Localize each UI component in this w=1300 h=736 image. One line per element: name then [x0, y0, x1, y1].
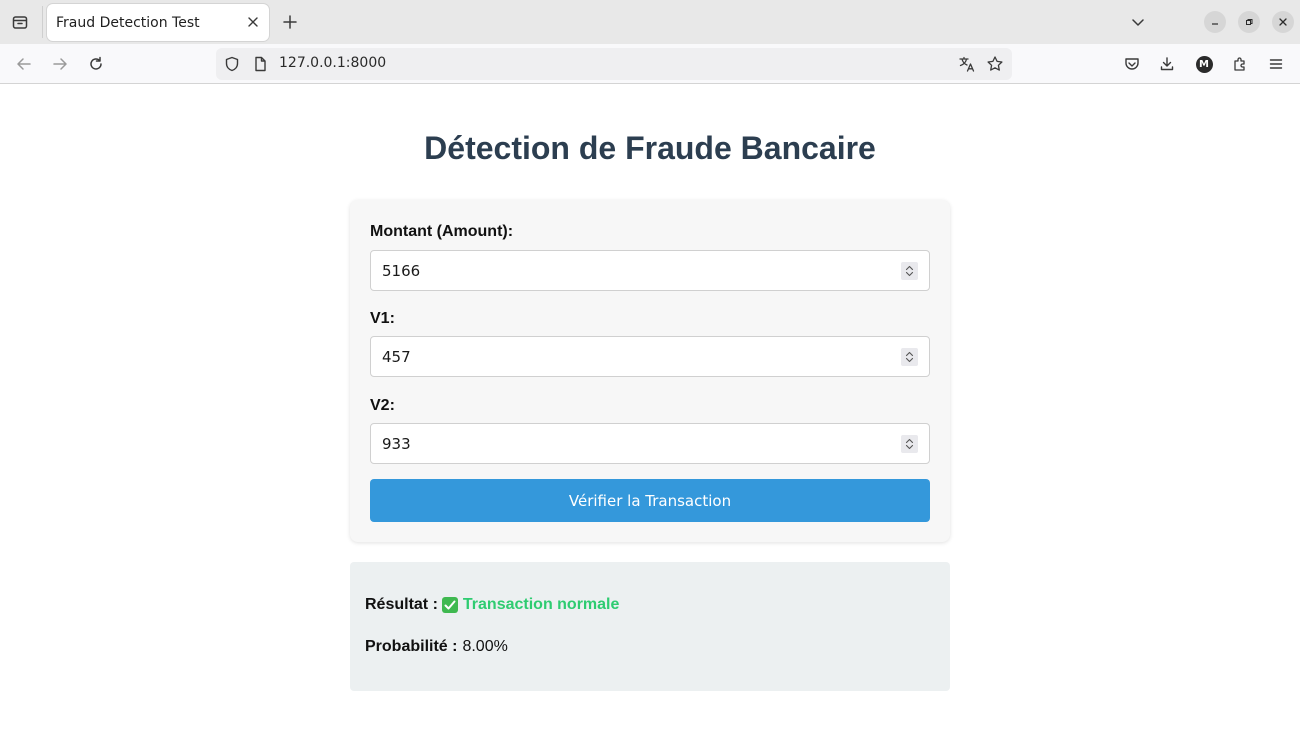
- spinner-icon[interactable]: [901, 348, 918, 366]
- close-tab-icon[interactable]: [245, 14, 261, 30]
- check-mark-icon: [441, 597, 458, 613]
- amount-label: Montant (Amount):: [370, 223, 514, 240]
- translate-icon[interactable]: [958, 55, 976, 77]
- menu-hamburger-icon[interactable]: [1265, 53, 1287, 75]
- extensions-icon[interactable]: [1229, 53, 1251, 75]
- result-panel: Résultat : Transaction normale Probabili…: [350, 562, 950, 691]
- reload-icon[interactable]: [85, 53, 107, 75]
- v1-label: V1:: [370, 310, 395, 327]
- pocket-icon[interactable]: [1121, 53, 1143, 75]
- v2-value[interactable]: 933: [382, 435, 411, 453]
- account-avatar-icon[interactable]: M: [1193, 53, 1215, 75]
- forward-arrow-icon[interactable]: [49, 53, 71, 75]
- download-icon[interactable]: [1156, 53, 1178, 75]
- v2-input[interactable]: 933: [370, 423, 930, 464]
- url-text[interactable]: 127.0.0.1:8000: [279, 55, 386, 71]
- minimize-icon[interactable]: [1204, 11, 1226, 33]
- back-arrow-icon[interactable]: [13, 53, 35, 75]
- close-window-icon[interactable]: [1272, 11, 1294, 33]
- chevron-down-icon[interactable]: [1127, 11, 1149, 33]
- new-tab-icon[interactable]: [279, 11, 301, 33]
- result-line: Résultat : Transaction normale: [365, 596, 619, 614]
- probability-label: Probabilité :: [365, 638, 458, 655]
- tab-separator: [42, 6, 43, 38]
- spinner-icon[interactable]: [901, 262, 918, 280]
- tab-title: Fraud Detection Test: [56, 14, 200, 31]
- tab-list-icon[interactable]: [8, 10, 32, 34]
- probability-value: 8.00%: [462, 638, 508, 655]
- v1-input[interactable]: 457: [370, 336, 930, 377]
- transaction-form: Montant (Amount): 5166 V1: 457 V2: 933 V…: [350, 200, 950, 542]
- browser-tab-strip: Fraud Detection Test: [0, 0, 1300, 44]
- verify-transaction-button[interactable]: Vérifier la Transaction: [370, 479, 930, 522]
- browser-navigation-bar: 127.0.0.1:8000 M: [0, 44, 1300, 84]
- shield-icon[interactable]: [224, 56, 240, 76]
- amount-input[interactable]: 5166: [370, 250, 930, 291]
- restore-icon[interactable]: [1238, 11, 1260, 33]
- address-bar[interactable]: 127.0.0.1:8000: [216, 48, 1012, 80]
- probability-line: Probabilité : 8.00%: [365, 638, 508, 656]
- tab-active[interactable]: Fraud Detection Test: [47, 4, 269, 41]
- result-status: Transaction normale: [462, 596, 620, 613]
- spinner-icon[interactable]: [901, 435, 918, 453]
- result-label: Résultat :: [365, 596, 438, 613]
- page-icon[interactable]: [252, 56, 268, 76]
- amount-value[interactable]: 5166: [382, 262, 420, 280]
- page-content: Détection de Fraude Bancaire Montant (Am…: [0, 85, 1300, 736]
- v1-value[interactable]: 457: [382, 348, 411, 366]
- page-title: Détection de Fraude Bancaire: [424, 130, 876, 166]
- v2-label: V2:: [370, 397, 395, 414]
- bookmark-star-icon[interactable]: [986, 55, 1004, 77]
